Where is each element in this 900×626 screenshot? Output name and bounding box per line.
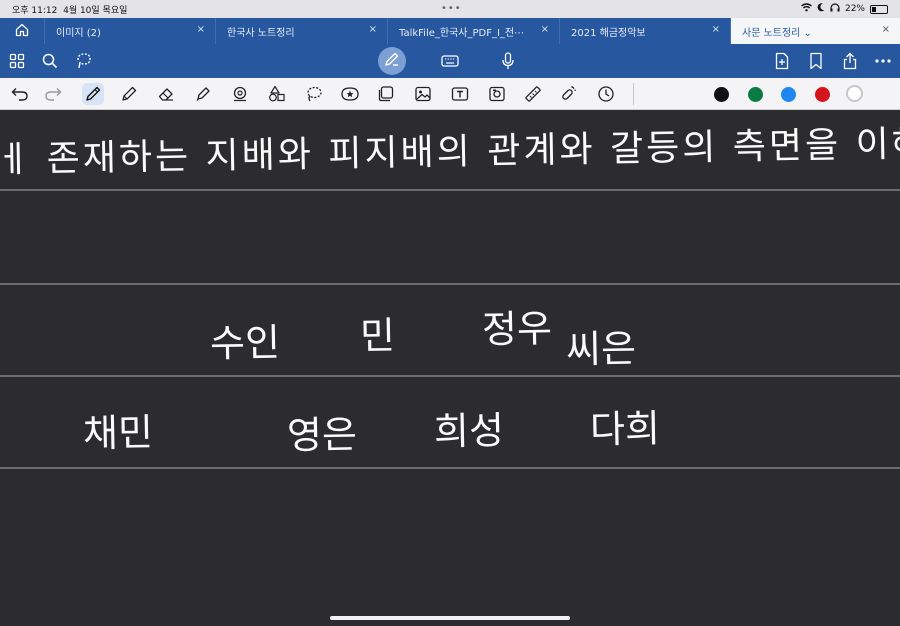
tab-talkfile-pdf[interactable]: TalkFile_한국사_PDF_I_전⋯ × <box>387 18 559 44</box>
highlighter-icon[interactable] <box>192 83 214 105</box>
sticky-note-icon[interactable] <box>375 83 397 105</box>
tab-label: 2021 해금정악보 <box>571 27 646 39</box>
more-icon[interactable] <box>873 51 893 71</box>
eraser-icon[interactable] <box>155 83 177 105</box>
close-icon[interactable]: × <box>541 24 549 35</box>
ruled-line <box>0 189 900 191</box>
undo-icon[interactable] <box>9 83 31 105</box>
lasso-icon[interactable] <box>74 51 94 71</box>
pen-icon[interactable] <box>82 83 104 105</box>
ruled-line <box>0 283 900 285</box>
handwritten-name: 수인 <box>209 320 281 366</box>
handwritten-name: 다희 <box>589 406 661 452</box>
tab-label: 한국사 노트정리 <box>227 27 295 39</box>
share-icon[interactable] <box>840 51 860 71</box>
keyboard-icon[interactable] <box>440 51 460 71</box>
color-swatch-blue[interactable] <box>781 87 796 102</box>
home-indicator[interactable] <box>330 616 570 620</box>
home-icon <box>15 22 29 41</box>
bookmark-icon[interactable] <box>806 51 826 71</box>
grid-icon[interactable] <box>7 51 27 71</box>
home-button[interactable] <box>0 18 44 44</box>
handwritten-name: 민 <box>359 313 396 359</box>
status-date: 4월 10일 목요일 <box>63 6 128 16</box>
ruler-icon[interactable] <box>522 83 544 105</box>
drawing-tools-bar <box>0 78 900 174</box>
close-icon[interactable]: × <box>882 24 890 35</box>
shape-icon[interactable] <box>229 83 251 105</box>
status-bar: 오후 11:12 4월 10일 목요일 ••• 22% <box>0 0 900 18</box>
battery-icon <box>870 4 888 14</box>
multitasking-dots-icon[interactable]: ••• <box>441 3 462 14</box>
document-toolbar <box>0 44 900 78</box>
tab-images[interactable]: 이미지 (2) × <box>44 18 215 44</box>
tab-bar: 이미지 (2) × 한국사 노트정리 × TalkFile_한국사_PDF_I_… <box>0 18 900 44</box>
status-indicators: 22% <box>801 3 888 15</box>
handwritten-name: 정우 <box>481 306 553 352</box>
timer-icon[interactable] <box>595 83 617 105</box>
add-page-icon[interactable] <box>772 51 792 71</box>
handwritten-name: 씨은 <box>565 326 637 372</box>
color-swatch-black[interactable] <box>714 87 729 102</box>
moon-icon <box>817 3 825 15</box>
battery-percent: 22% <box>844 4 865 14</box>
laser-pointer-icon[interactable] <box>558 83 580 105</box>
ruled-line <box>0 375 900 377</box>
tab-label: TalkFile_한국사_PDF_I_전⋯ <box>399 27 525 39</box>
camera-icon[interactable] <box>486 83 508 105</box>
status-time-date: 오후 11:12 4월 10일 목요일 <box>12 3 127 16</box>
pencil-icon[interactable] <box>118 83 140 105</box>
tab-label: 사문 노트정리 ⌄ <box>742 27 812 39</box>
close-icon[interactable]: × <box>369 24 377 35</box>
ruled-line <box>0 467 900 469</box>
close-icon[interactable]: × <box>197 24 205 35</box>
color-picker-button[interactable] <box>846 85 863 102</box>
wifi-icon <box>801 3 812 15</box>
search-icon[interactable] <box>40 51 60 71</box>
sticker-icon[interactable] <box>339 83 361 105</box>
pen-mode-button[interactable] <box>378 47 406 75</box>
tab-korean-history-notes[interactable]: 한국사 노트정리 × <box>215 18 387 44</box>
handwritten-name: 희성 <box>433 408 505 454</box>
note-canvas[interactable] <box>0 110 900 626</box>
microphone-icon[interactable] <box>498 51 518 71</box>
text-box-icon[interactable] <box>449 83 471 105</box>
color-swatch-green[interactable] <box>748 87 763 102</box>
lasso-select-icon[interactable] <box>303 83 325 105</box>
headphones-icon <box>830 3 840 15</box>
status-time: 오후 11:12 <box>12 6 58 16</box>
close-icon[interactable]: × <box>712 24 720 35</box>
image-icon[interactable] <box>412 83 434 105</box>
tab-haegeum-score[interactable]: 2021 해금정악보 × <box>559 18 730 44</box>
elements-icon[interactable] <box>266 83 288 105</box>
tab-label: 이미지 (2) <box>56 27 101 39</box>
battery-level <box>872 6 876 12</box>
redo-icon[interactable] <box>42 83 64 105</box>
handwritten-name: 채민 <box>82 410 154 456</box>
pen-mode-icon <box>384 51 400 71</box>
tab-social-studies-notes[interactable]: 사문 노트정리 ⌄ × <box>730 18 900 44</box>
color-swatch-red[interactable] <box>815 87 830 102</box>
handwritten-name: 영은 <box>286 412 358 458</box>
toolbar-divider <box>633 83 634 105</box>
